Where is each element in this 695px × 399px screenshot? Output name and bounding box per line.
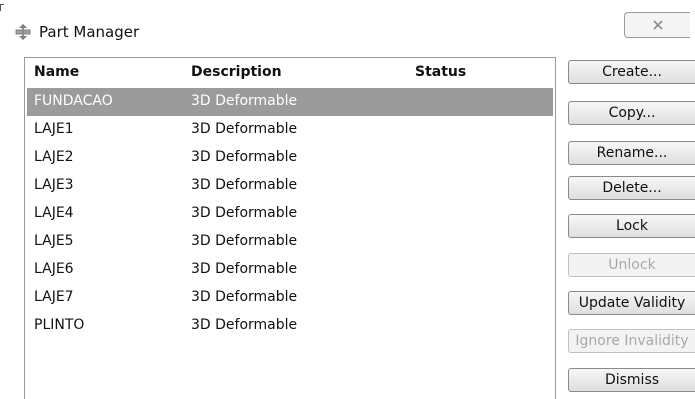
lock-button[interactable]: Lock	[568, 214, 695, 238]
dismiss-button[interactable]: Dismiss	[568, 368, 695, 392]
part-description: 3D Deformable	[191, 93, 298, 109]
table-row[interactable]: LAJE1 3D Deformable	[25, 116, 555, 144]
part-description: 3D Deformable	[191, 121, 298, 137]
column-header-description[interactable]: Description	[191, 64, 282, 80]
table-row[interactable]: PLINTO 3D Deformable	[25, 312, 555, 340]
part-name: FUNDACAO	[34, 93, 113, 109]
part-name: LAJE1	[34, 121, 74, 137]
column-header-name[interactable]: Name	[34, 64, 79, 80]
part-description: 3D Deformable	[191, 205, 298, 221]
table-row[interactable]: LAJE6 3D Deformable	[25, 256, 555, 284]
create-button[interactable]: Create...	[568, 60, 695, 84]
column-header-status[interactable]: Status	[415, 64, 466, 80]
rename-button[interactable]: Rename...	[568, 141, 695, 165]
part-description: 3D Deformable	[191, 317, 298, 333]
part-description: 3D Deformable	[191, 177, 298, 193]
part-manager-window: Part Manager Name Description Status FUN…	[0, 0, 695, 399]
window-corner-mark	[0, 4, 4, 11]
part-name: LAJE4	[34, 205, 74, 221]
part-name: LAJE3	[34, 177, 74, 193]
parts-list[interactable]: Name Description Status FUNDACAO 3D Defo…	[24, 57, 556, 399]
part-name: LAJE6	[34, 261, 74, 277]
ignore-invalidity-button: Ignore Invalidity	[568, 329, 695, 353]
list-rows: FUNDACAO 3D Deformable LAJE1 3D Deformab…	[25, 88, 555, 340]
table-row[interactable]: LAJE7 3D Deformable	[25, 284, 555, 312]
part-description: 3D Deformable	[191, 289, 298, 305]
part-description: 3D Deformable	[191, 149, 298, 165]
table-row[interactable]: LAJE4 3D Deformable	[25, 200, 555, 228]
part-name: LAJE5	[34, 233, 74, 249]
action-buttons: Create... Copy... Rename... Delete... Lo…	[568, 0, 695, 399]
window-title: Part Manager	[39, 23, 140, 41]
part-name: LAJE2	[34, 149, 74, 165]
update-validity-button[interactable]: Update Validity	[568, 291, 695, 315]
delete-button[interactable]: Delete...	[568, 176, 695, 200]
table-row[interactable]: LAJE5 3D Deformable	[25, 228, 555, 256]
part-manager-icon	[15, 24, 31, 40]
part-name: PLINTO	[34, 317, 85, 333]
table-row[interactable]: LAJE2 3D Deformable	[25, 144, 555, 172]
part-description: 3D Deformable	[191, 233, 298, 249]
title-bar: Part Manager	[14, 20, 139, 44]
part-name: LAJE7	[34, 289, 74, 305]
unlock-button: Unlock	[568, 253, 695, 277]
part-description: 3D Deformable	[191, 261, 298, 277]
copy-button[interactable]: Copy...	[568, 101, 695, 125]
table-row[interactable]: FUNDACAO 3D Deformable	[27, 88, 553, 116]
list-header: Name Description Status	[25, 58, 555, 88]
table-row[interactable]: LAJE3 3D Deformable	[25, 172, 555, 200]
